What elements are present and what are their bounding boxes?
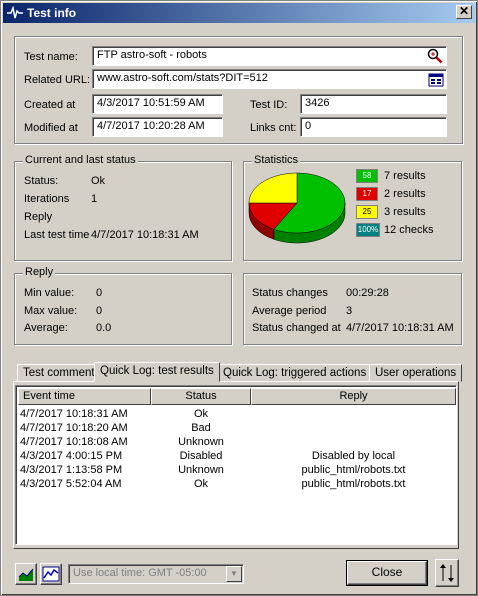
table-row[interactable]: 4/7/2017 10:18:20 AM Bad bbox=[18, 421, 454, 435]
iterations-label: Iterations bbox=[24, 193, 70, 205]
related-url-label: Related URL: bbox=[24, 74, 91, 86]
status-cell: Ok bbox=[193, 408, 209, 420]
test-name-field[interactable]: FTP astro-soft - robots bbox=[92, 46, 447, 66]
expand-arrows-icon bbox=[440, 564, 454, 582]
status-changed-at-label: Status changed at bbox=[252, 322, 341, 334]
last-test-time-value: 4/7/2017 10:18:31 AM bbox=[91, 229, 199, 241]
log-tabs: Test comment Quick Log: test results Qui… bbox=[15, 362, 465, 382]
created-at-field[interactable]: 4/3/2017 10:51:59 AM bbox=[92, 94, 223, 114]
reply-label: Reply bbox=[24, 211, 53, 223]
tab-test-comment[interactable]: Test comment bbox=[17, 364, 101, 382]
status-cell: Unknown bbox=[178, 436, 224, 448]
status-changed-at-value: 4/7/2017 10:18:31 AM bbox=[346, 322, 454, 334]
average-period-label: Average period bbox=[252, 305, 327, 317]
title-bar[interactable]: Test info ✕ bbox=[3, 3, 475, 23]
statistics-pie-chart bbox=[248, 172, 346, 244]
links-cnt-field[interactable]: 0 bbox=[300, 117, 447, 137]
status-value: Ok bbox=[91, 175, 106, 187]
legend-label: 2 results bbox=[384, 188, 426, 200]
status-cell: Unknown bbox=[178, 464, 224, 476]
legend-badge: 100% bbox=[356, 223, 380, 237]
event-time-cell: 4/3/2017 1:13:58 PM bbox=[20, 464, 123, 476]
current-status-title: Current and last status bbox=[23, 154, 138, 166]
min-value-label: Min value: bbox=[24, 287, 75, 299]
close-button[interactable]: Close bbox=[346, 560, 428, 586]
legend-badge: 25 bbox=[356, 205, 378, 219]
reply-cell: Disabled by local bbox=[311, 450, 396, 462]
status-cell: Disabled bbox=[179, 450, 223, 462]
average-period-value: 3 bbox=[346, 305, 353, 317]
status-changes-label: Status changes bbox=[252, 287, 328, 299]
close-window-button[interactable]: ✕ bbox=[456, 5, 472, 19]
tab-user-operations[interactable]: User operations bbox=[369, 364, 463, 382]
chevron-down-icon[interactable]: ▼ bbox=[226, 566, 242, 582]
graph-button[interactable] bbox=[15, 563, 37, 585]
browser-icon[interactable] bbox=[428, 72, 444, 88]
column-reply[interactable]: Reply bbox=[251, 388, 456, 405]
status-changes-value: 00:29:28 bbox=[346, 287, 389, 299]
related-url-field[interactable]: www.astro-soft.com/stats?DIT=512 bbox=[92, 69, 447, 89]
tab-quick-log-triggered-actions[interactable]: Quick Log: triggered actions bbox=[217, 364, 373, 382]
list-header: Event time Status Reply bbox=[18, 388, 456, 405]
legend-label: 7 results bbox=[384, 170, 426, 182]
reply-cell: public_html/robots.txt bbox=[301, 464, 406, 476]
legend-badge: 17 bbox=[356, 187, 378, 201]
table-row[interactable]: 4/3/2017 5:52:04 AM Ok public_html/robots.… bbox=[18, 477, 454, 491]
status-label: Status: bbox=[24, 175, 59, 187]
quick-log-list[interactable]: Event time Status Reply 4/7/2017 10:18:3… bbox=[15, 385, 457, 545]
legend-label: 3 results bbox=[384, 206, 426, 218]
status-cell: Ok bbox=[193, 478, 209, 490]
pie-slice bbox=[248, 172, 298, 204]
min-value: 0 bbox=[96, 287, 103, 299]
links-cnt-label: Links cnt: bbox=[250, 122, 297, 134]
statistics-title: Statistics bbox=[252, 154, 301, 166]
modified-at-field[interactable]: 4/7/2017 10:20:28 AM bbox=[92, 117, 223, 137]
column-event-time[interactable]: Event time bbox=[18, 388, 151, 405]
reply-title: Reply bbox=[23, 266, 56, 278]
status-cell: Bad bbox=[191, 422, 211, 434]
legend-badge: 58 bbox=[356, 169, 378, 183]
reply-cell: public_html/robots.txt bbox=[301, 478, 406, 490]
average-label: Average: bbox=[24, 322, 68, 334]
test-name-label: Test name: bbox=[24, 51, 78, 63]
trend-button[interactable] bbox=[40, 563, 62, 585]
test-id-field[interactable]: 3426 bbox=[300, 94, 447, 114]
max-value: 0 bbox=[96, 305, 103, 317]
event-time-cell: 4/7/2017 10:18:20 AM bbox=[20, 422, 128, 434]
event-time-cell: 4/3/2017 4:00:15 PM bbox=[20, 450, 123, 462]
legend-label: 12 checks bbox=[384, 224, 434, 236]
test-info-window: Test info ✕ Test name: FTP astro-soft - … bbox=[0, 0, 478, 596]
event-time-cell: 4/3/2017 5:52:04 AM bbox=[20, 478, 122, 490]
created-at-label: Created at bbox=[24, 99, 76, 111]
window-title: Test info bbox=[27, 6, 77, 20]
resize-toggle-button[interactable] bbox=[435, 559, 459, 587]
timezone-value: Use local time: GMT -05:00 bbox=[73, 567, 207, 579]
timezone-select[interactable]: Use local time: GMT -05:00 ▼ bbox=[68, 564, 244, 584]
event-time-cell: 4/7/2017 10:18:08 AM bbox=[20, 436, 128, 448]
magnifier-icon[interactable] bbox=[427, 48, 443, 64]
table-row[interactable]: 4/3/2017 1:13:58 PM Unknown public_html/ro… bbox=[18, 463, 454, 477]
max-value-label: Max value: bbox=[24, 305, 78, 317]
event-time-cell: 4/7/2017 10:18:31 AM bbox=[20, 408, 128, 420]
iterations-value: 1 bbox=[91, 193, 98, 205]
table-row[interactable]: 4/7/2017 10:18:08 AM Unknown bbox=[18, 435, 454, 449]
table-row[interactable]: 4/7/2017 10:18:31 AM Ok bbox=[18, 407, 454, 421]
area-chart-icon bbox=[18, 568, 34, 581]
last-test-time-label: Last test time bbox=[24, 229, 90, 241]
test-id-label: Test ID: bbox=[250, 99, 288, 111]
column-status[interactable]: Status bbox=[151, 388, 251, 405]
average-value: 0.0 bbox=[96, 322, 112, 334]
table-row[interactable]: 4/3/2017 4:00:15 PM Disabled Disabled by l… bbox=[18, 449, 454, 463]
modified-at-label: Modified at bbox=[24, 122, 78, 134]
pulse-icon bbox=[7, 6, 23, 19]
line-chart-icon bbox=[42, 566, 60, 582]
tab-quick-log-test-results[interactable]: Quick Log: test results bbox=[94, 362, 220, 382]
